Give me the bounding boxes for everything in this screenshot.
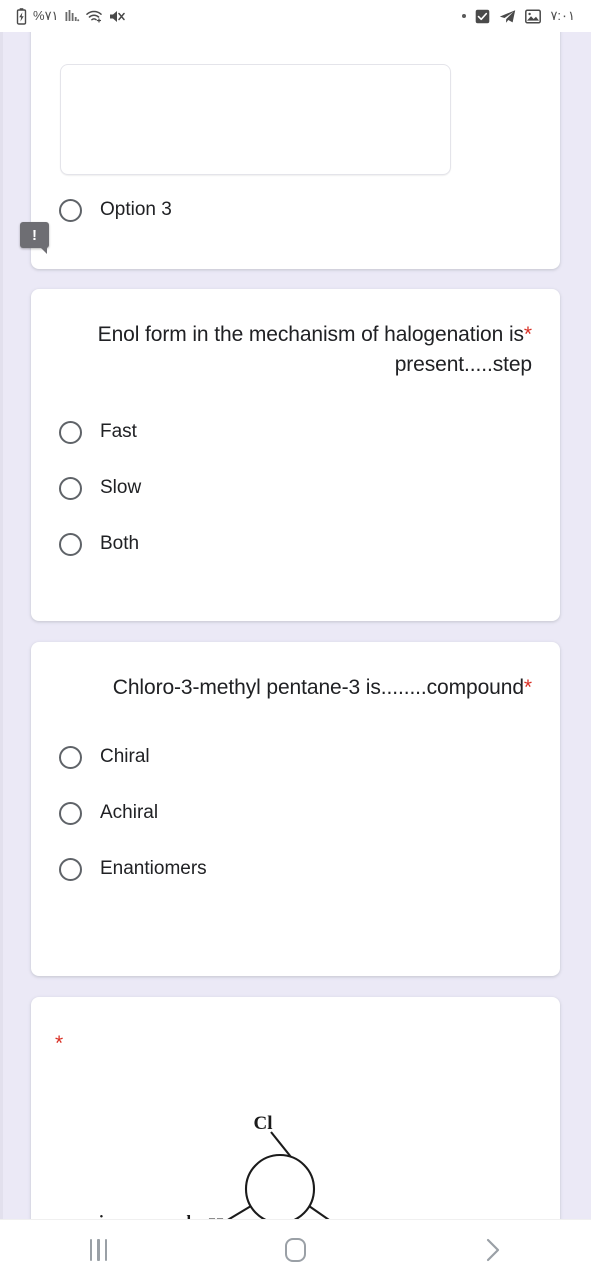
option-label: Slow: [100, 477, 142, 498]
required-asterisk: *: [523, 323, 532, 346]
form-scroll-area[interactable]: Option 3 *Enol form in the mechanism of …: [0, 32, 591, 1219]
option-label: Enantiomers: [100, 858, 207, 879]
back-chevron-icon: [486, 1238, 499, 1262]
option-label: Both: [100, 533, 140, 554]
vertical-scrollbar[interactable]: [0, 32, 3, 1219]
question-text: Enol form in the mechanism of halogenati…: [97, 323, 532, 376]
option-row[interactable]: Fast: [59, 404, 532, 460]
options-list: Fast Slow Both: [31, 404, 560, 572]
option-row[interactable]: Achiral: [59, 785, 532, 841]
options-list: Chiral Achiral Enantiomers: [31, 729, 560, 897]
telegram-icon: [499, 9, 516, 24]
image-caption: is compound: [99, 1212, 191, 1219]
status-bar: %٧١ ٧:٠١: [0, 0, 591, 32]
option-label: Fast: [100, 421, 137, 442]
radio-button[interactable]: [59, 198, 82, 222]
home-button[interactable]: [251, 1228, 341, 1272]
question-title: *Enol form in the mechanism of halogenat…: [31, 289, 560, 380]
battery-charging-icon: [16, 7, 27, 25]
question-card-enol-form: *Enol form in the mechanism of halogenat…: [31, 289, 560, 621]
recent-apps-button[interactable]: [54, 1228, 144, 1272]
option-label: Option 3: [100, 199, 172, 220]
status-bar-left: %٧١: [16, 7, 125, 25]
checkbox-checked-icon: [475, 9, 490, 24]
option-row[interactable]: Both: [59, 516, 532, 572]
required-asterisk: *: [523, 676, 532, 699]
feedback-alert-badge[interactable]: !: [20, 222, 49, 254]
radio-button[interactable]: [59, 420, 82, 444]
question-image-frame: [60, 64, 451, 175]
option-label: Chiral: [100, 746, 150, 767]
newman-projection-svg: Cl H H: [209, 1115, 350, 1219]
wifi-icon: [85, 9, 103, 24]
option-row[interactable]: Option 3: [59, 182, 532, 238]
volume-mute-icon: [109, 9, 125, 24]
dot-indicator: [462, 14, 467, 18]
required-asterisk: *: [55, 1032, 64, 1055]
option-label: Achiral: [100, 802, 159, 823]
svg-text:H: H: [209, 1215, 224, 1219]
radio-button[interactable]: [59, 532, 82, 556]
question-card-chloro-methyl-pentane: *Chloro-3-methyl pentane-3 is........com…: [31, 642, 560, 976]
radio-button[interactable]: [59, 476, 82, 500]
signal-bars-icon: [65, 9, 80, 24]
back-button[interactable]: [448, 1228, 538, 1272]
phone-screen: %٧١ ٧:٠١ Option 3 *Enol form in the mech…: [0, 0, 591, 1280]
question-card-newman-projection: * Cl H H is compound: [31, 997, 560, 1219]
option-row[interactable]: Chiral: [59, 729, 532, 785]
option-row[interactable]: Enantiomers: [59, 841, 532, 897]
svg-text:Cl: Cl: [254, 1115, 273, 1134]
radio-button[interactable]: [59, 801, 82, 825]
home-icon: [285, 1238, 306, 1262]
radio-button[interactable]: [59, 857, 82, 881]
status-bar-right: ٧:٠١: [462, 8, 575, 24]
exclamation-icon: !: [32, 226, 37, 244]
question-title: *Chloro-3-methyl pentane-3 is........com…: [31, 642, 560, 703]
option-row[interactable]: Slow: [59, 460, 532, 516]
svg-text:H: H: [335, 1217, 350, 1219]
battery-percent-label: %٧١: [33, 8, 59, 23]
android-navigation-bar: [0, 1219, 591, 1280]
radio-button[interactable]: [59, 745, 82, 769]
question-text: Chloro-3-methyl pentane-3 is........comp…: [112, 676, 524, 699]
question-card-option3: Option 3: [31, 32, 560, 269]
options-list: Option 3: [31, 182, 560, 238]
clock-label: ٧:٠١: [550, 8, 575, 23]
recent-apps-icon: [89, 1239, 108, 1261]
newman-projection-diagram: Cl H H is compound: [99, 1115, 355, 1219]
photo-icon: [525, 8, 542, 24]
